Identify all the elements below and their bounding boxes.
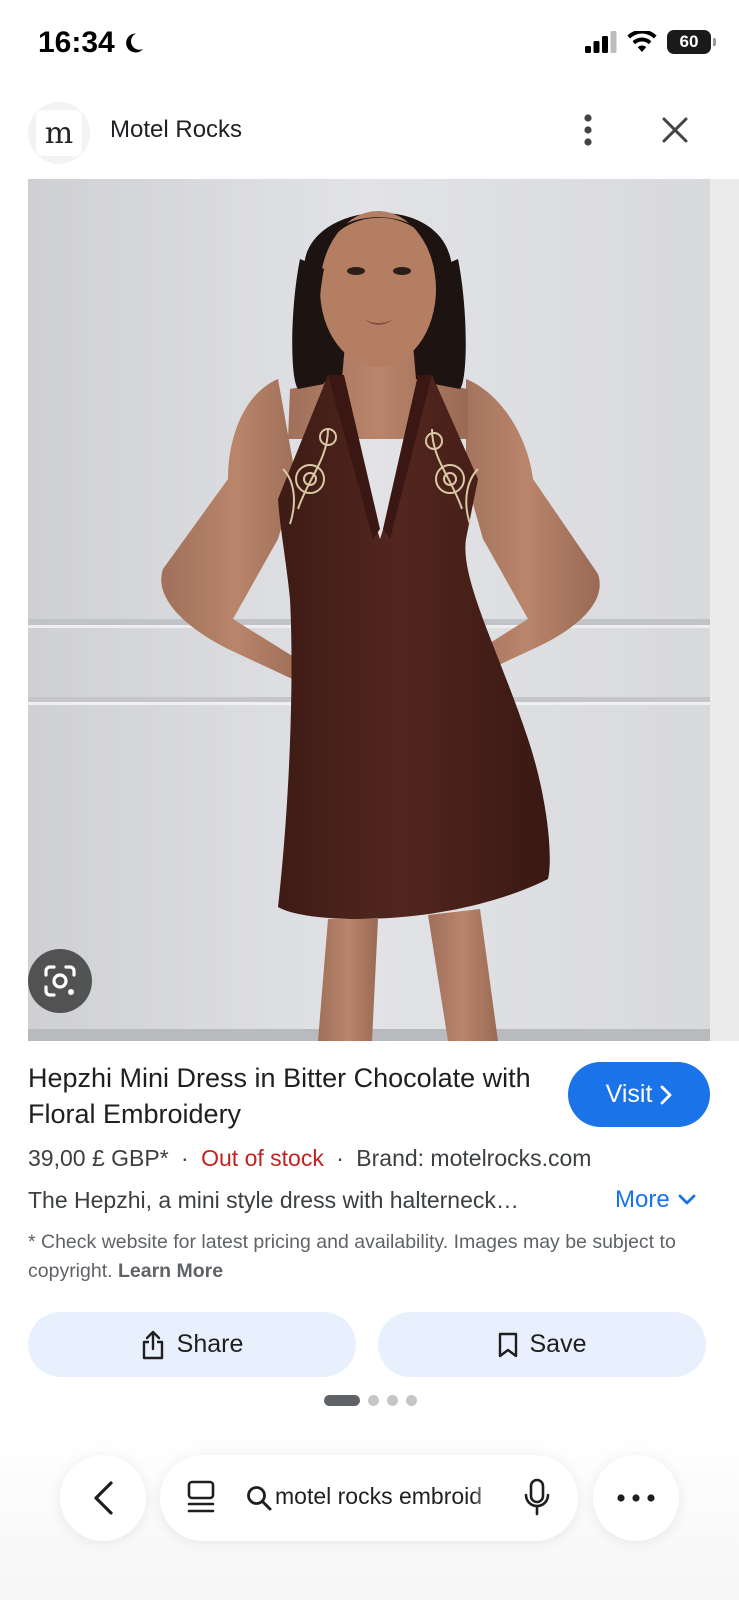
visit-button[interactable]: Visit xyxy=(568,1062,710,1127)
search-bar[interactable]: motel rocks embroid xyxy=(160,1455,578,1541)
pager-dot xyxy=(387,1395,398,1406)
more-options-button[interactable] xyxy=(570,110,606,150)
back-icon xyxy=(94,1481,113,1515)
pager-dot xyxy=(406,1395,417,1406)
meta-separator: · xyxy=(336,1145,344,1171)
next-image-peek[interactable] xyxy=(710,179,739,1041)
share-label: Share xyxy=(176,1330,244,1358)
pager-dot xyxy=(368,1395,379,1406)
moon-icon xyxy=(125,33,143,53)
save-label: Save xyxy=(529,1330,587,1358)
image-pager xyxy=(324,1395,417,1406)
site-logo: m xyxy=(28,102,90,164)
save-button[interactable]: Save xyxy=(378,1312,706,1377)
price: 39,00 £ GBP* xyxy=(28,1145,169,1171)
disclaimer: * Check website for latest pricing and a… xyxy=(28,1228,708,1286)
pager-dot-active xyxy=(324,1395,360,1406)
google-lens-button[interactable] xyxy=(28,949,92,1013)
more-menu-button[interactable] xyxy=(593,1455,679,1541)
stock-status: Out of stock xyxy=(201,1145,324,1171)
tabs-icon[interactable] xyxy=(186,1479,216,1515)
wifi-icon xyxy=(627,31,657,52)
close-button[interactable] xyxy=(655,110,695,150)
battery-icon: 60 xyxy=(667,30,716,54)
product-description: The Hepzhi, a mini style dress with halt… xyxy=(28,1187,519,1213)
clock-text: 16:34 xyxy=(38,26,115,59)
status-time: 16:34 xyxy=(38,26,145,60)
lens-icon xyxy=(44,965,76,997)
product-photo xyxy=(28,179,710,1041)
status-bar: 16:34 60 xyxy=(0,0,739,90)
learn-more-link[interactable]: Learn More xyxy=(118,1260,223,1282)
result-header: m Motel Rocks xyxy=(0,96,739,176)
search-query[interactable]: motel rocks embroid xyxy=(275,1483,505,1510)
meta-separator: · xyxy=(181,1145,189,1171)
share-icon xyxy=(142,1330,163,1359)
brand: Brand: motelrocks.com xyxy=(356,1145,592,1171)
product-title: Hepzhi Mini Dress in Bitter Chocolate wi… xyxy=(28,1063,531,1129)
more-button[interactable]: More xyxy=(615,1186,696,1214)
visit-label: Visit xyxy=(605,1080,653,1108)
back-button[interactable] xyxy=(60,1455,146,1541)
product-meta: 39,00 £ GBP* · Out of stock · Brand: mot… xyxy=(28,1145,591,1172)
more-label: More xyxy=(615,1186,670,1213)
site-name: Motel Rocks xyxy=(110,116,243,143)
close-icon xyxy=(662,117,688,143)
more-vert-icon xyxy=(584,114,592,146)
chevron-right-icon xyxy=(660,1085,672,1104)
bookmark-icon xyxy=(498,1332,517,1357)
share-button[interactable]: Share xyxy=(28,1312,356,1377)
battery-level: 60 xyxy=(679,32,699,51)
product-image[interactable] xyxy=(28,179,710,1041)
more-horiz-icon xyxy=(617,1494,655,1502)
chevron-down-icon xyxy=(678,1194,696,1205)
signal-icon xyxy=(585,31,617,53)
status-icons: 60 xyxy=(585,30,716,54)
mic-icon[interactable] xyxy=(524,1478,550,1516)
site-logo-letter: m xyxy=(36,110,82,156)
search-icon xyxy=(247,1486,272,1511)
